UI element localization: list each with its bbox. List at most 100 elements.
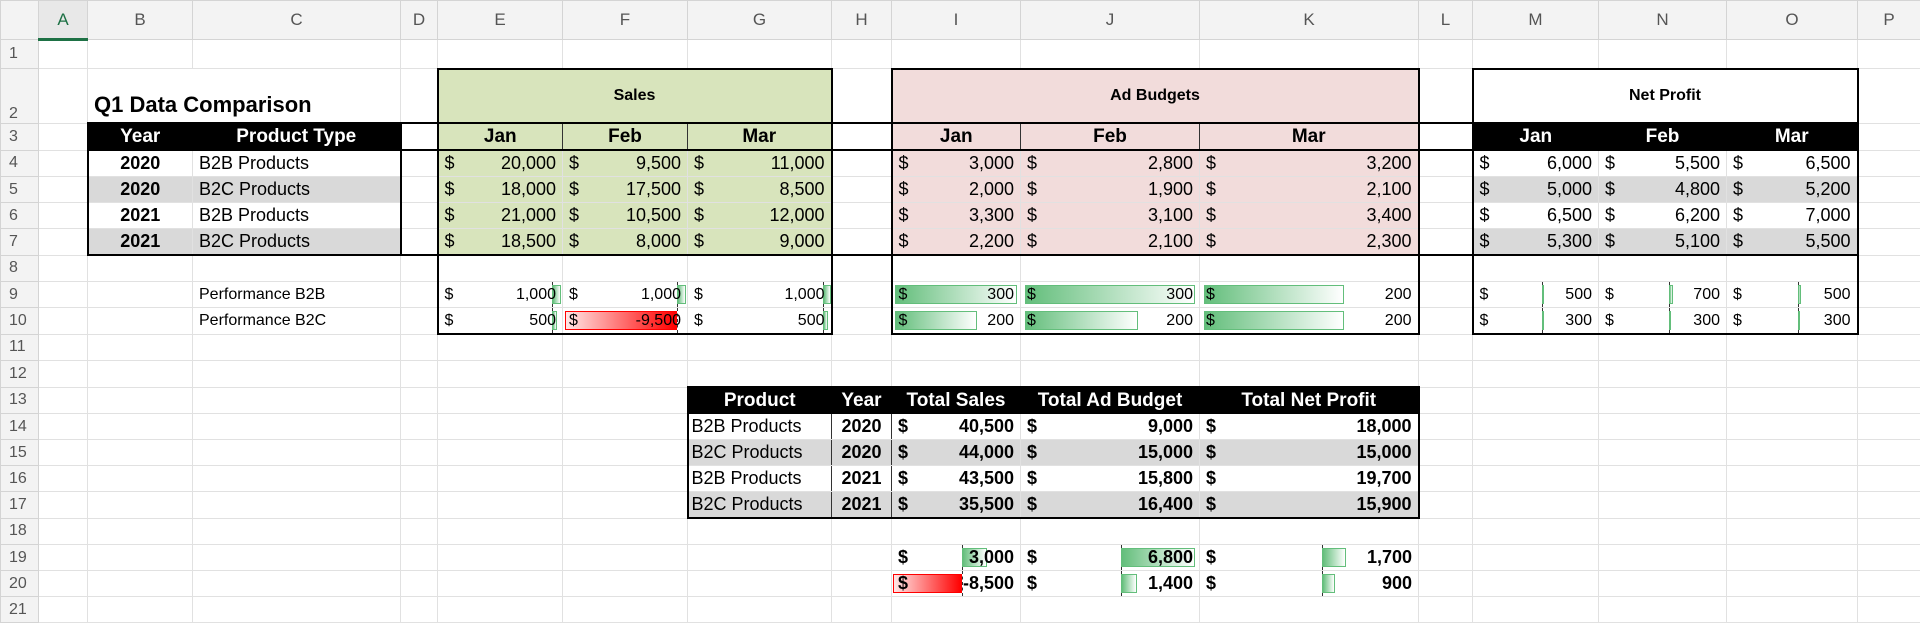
sales-cell[interactable]: $9,000 xyxy=(688,229,832,256)
cell[interactable] xyxy=(1021,518,1200,545)
cell[interactable] xyxy=(1858,255,1920,282)
cell[interactable] xyxy=(39,282,88,308)
sales-section-header[interactable]: Sales xyxy=(438,69,832,124)
cell[interactable] xyxy=(688,255,832,282)
cell[interactable] xyxy=(438,255,563,282)
ad-cell[interactable]: $2,100 xyxy=(1021,229,1200,256)
cell[interactable] xyxy=(1727,492,1858,519)
summary-product-cell[interactable]: B2C Products xyxy=(688,492,832,519)
cell[interactable] xyxy=(688,518,832,545)
cell[interactable] xyxy=(1858,334,1920,361)
cell[interactable] xyxy=(1419,414,1473,440)
cell[interactable] xyxy=(1200,40,1419,69)
cell[interactable] xyxy=(1858,440,1920,466)
ad-difference-cell[interactable]: $1,400 xyxy=(1021,571,1200,597)
profit-month-header[interactable]: Jan xyxy=(1473,123,1599,150)
cell[interactable] xyxy=(88,308,193,335)
cell[interactable] xyxy=(1419,387,1473,414)
cell[interactable] xyxy=(1727,40,1858,69)
cell[interactable] xyxy=(1599,440,1727,466)
profit-performance-cell[interactable]: $500 xyxy=(1473,282,1599,308)
cell[interactable] xyxy=(401,255,438,282)
cell[interactable] xyxy=(401,177,438,203)
sales-cell[interactable]: $9,500 xyxy=(563,150,688,177)
sheet-title[interactable]: Q1 Data Comparison xyxy=(88,69,401,124)
cell[interactable] xyxy=(832,123,892,150)
cell[interactable] xyxy=(39,40,88,69)
cell[interactable] xyxy=(401,282,438,308)
cell[interactable] xyxy=(688,571,832,597)
cell[interactable] xyxy=(688,545,832,571)
summary-profit-cell[interactable]: $15,000 xyxy=(1200,440,1419,466)
cell[interactable] xyxy=(1599,40,1727,69)
cell[interactable] xyxy=(1200,518,1419,545)
summary-profit-cell[interactable]: $15,900 xyxy=(1200,492,1419,519)
cell[interactable] xyxy=(563,361,688,388)
product-cell[interactable]: B2C Products xyxy=(193,177,401,203)
product-cell[interactable]: B2C Products xyxy=(193,229,401,256)
cell[interactable] xyxy=(892,361,1021,388)
sales-performance-cell[interactable]: $500 xyxy=(688,308,832,335)
cell[interactable] xyxy=(438,492,563,519)
cell[interactable] xyxy=(401,361,438,388)
cell[interactable] xyxy=(1419,255,1473,282)
row-header[interactable]: 5 xyxy=(1,177,39,203)
ad-cell[interactable]: $3,300 xyxy=(892,203,1021,229)
cell[interactable] xyxy=(1858,466,1920,492)
cell[interactable] xyxy=(88,571,193,597)
cell[interactable] xyxy=(438,40,563,69)
cell[interactable] xyxy=(563,40,688,69)
summary-product-cell[interactable]: B2C Products xyxy=(688,440,832,466)
cell[interactable] xyxy=(563,440,688,466)
cell[interactable] xyxy=(1858,69,1920,124)
cell[interactable] xyxy=(1419,308,1473,335)
cell[interactable] xyxy=(401,387,438,414)
product-cell[interactable]: B2B Products xyxy=(193,203,401,229)
cell[interactable] xyxy=(832,361,892,388)
cell[interactable] xyxy=(193,361,401,388)
profit-month-header[interactable]: Feb xyxy=(1599,123,1727,150)
column-header-C[interactable]: C xyxy=(193,1,401,40)
cell[interactable] xyxy=(401,203,438,229)
column-header-L[interactable]: L xyxy=(1419,1,1473,40)
sales-cell[interactable]: $8,500 xyxy=(688,177,832,203)
cell[interactable] xyxy=(1727,361,1858,388)
row-header[interactable]: 17 xyxy=(1,492,39,519)
cell[interactable] xyxy=(88,387,193,414)
column-header-D[interactable]: D xyxy=(401,1,438,40)
row-header[interactable]: 15 xyxy=(1,440,39,466)
sales-cell[interactable]: $11,000 xyxy=(688,150,832,177)
profit-performance-cell[interactable]: $300 xyxy=(1473,308,1599,335)
column-header-H[interactable]: H xyxy=(832,1,892,40)
cell[interactable] xyxy=(401,123,438,150)
cell[interactable] xyxy=(688,597,832,623)
cell[interactable] xyxy=(193,414,401,440)
profit-performance-cell[interactable]: $300 xyxy=(1599,308,1727,335)
cell[interactable] xyxy=(1599,466,1727,492)
cell[interactable] xyxy=(563,387,688,414)
cell[interactable] xyxy=(438,571,563,597)
profit-cell[interactable]: $5,300 xyxy=(1473,229,1599,256)
cell[interactable] xyxy=(563,255,688,282)
cell[interactable] xyxy=(1473,387,1599,414)
cell[interactable] xyxy=(39,308,88,335)
cell[interactable] xyxy=(88,255,193,282)
cell[interactable] xyxy=(1727,414,1858,440)
cell[interactable] xyxy=(1727,518,1858,545)
cell[interactable] xyxy=(39,492,88,519)
profit-performance-cell[interactable]: $700 xyxy=(1599,282,1727,308)
cell[interactable] xyxy=(88,440,193,466)
cell[interactable] xyxy=(688,40,832,69)
summary-year-cell[interactable]: 2021 xyxy=(832,466,892,492)
cell[interactable] xyxy=(401,69,438,124)
ad-performance-cell[interactable]: $200 xyxy=(1200,282,1419,308)
ad-cell[interactable]: $2,000 xyxy=(892,177,1021,203)
cell[interactable] xyxy=(1419,40,1473,69)
cell[interactable] xyxy=(832,597,892,623)
cell[interactable] xyxy=(892,40,1021,69)
cell[interactable] xyxy=(1419,282,1473,308)
cell[interactable] xyxy=(1858,492,1920,519)
row-header[interactable]: 11 xyxy=(1,334,39,361)
cell[interactable] xyxy=(1858,387,1920,414)
select-all-button[interactable] xyxy=(1,1,39,40)
